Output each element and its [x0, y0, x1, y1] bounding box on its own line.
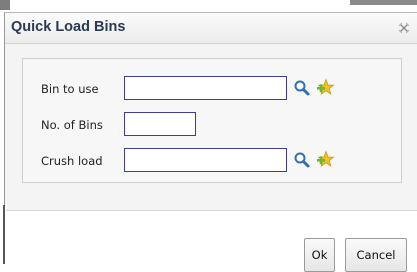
magnifier-icon[interactable] — [293, 79, 311, 97]
dialog-footer: Ok Cancel — [5, 210, 417, 272]
ok-button[interactable]: Ok — [304, 238, 335, 272]
dialog-title: Quick Load Bins — [11, 19, 126, 35]
crush-load-input[interactable] — [124, 148, 287, 172]
bin-to-use-input[interactable] — [124, 76, 287, 100]
background-fragment — [0, 205, 6, 264]
no-of-bins-input[interactable] — [124, 112, 196, 136]
background-fragment — [0, 0, 10, 10]
close-icon[interactable] — [397, 20, 411, 34]
add-star-icon[interactable] — [315, 150, 335, 168]
add-star-icon[interactable] — [315, 78, 335, 96]
no-of-bins-label: No. of Bins — [41, 118, 103, 132]
magnifier-icon[interactable] — [293, 151, 311, 169]
form-box: Bin to use No. of Bins Crush load — [22, 58, 402, 183]
bin-to-use-label: Bin to use — [41, 82, 99, 96]
cancel-button[interactable]: Cancel — [345, 238, 407, 272]
quick-load-bins-dialog: Quick Load Bins Bin to use No. of Bins C… — [4, 12, 417, 272]
crush-load-label: Crush load — [41, 154, 103, 168]
dialog-titlebar: Quick Load Bins — [5, 13, 417, 44]
dialog-body: Bin to use No. of Bins Crush load — [5, 44, 417, 210]
background-fragment — [350, 0, 417, 5]
